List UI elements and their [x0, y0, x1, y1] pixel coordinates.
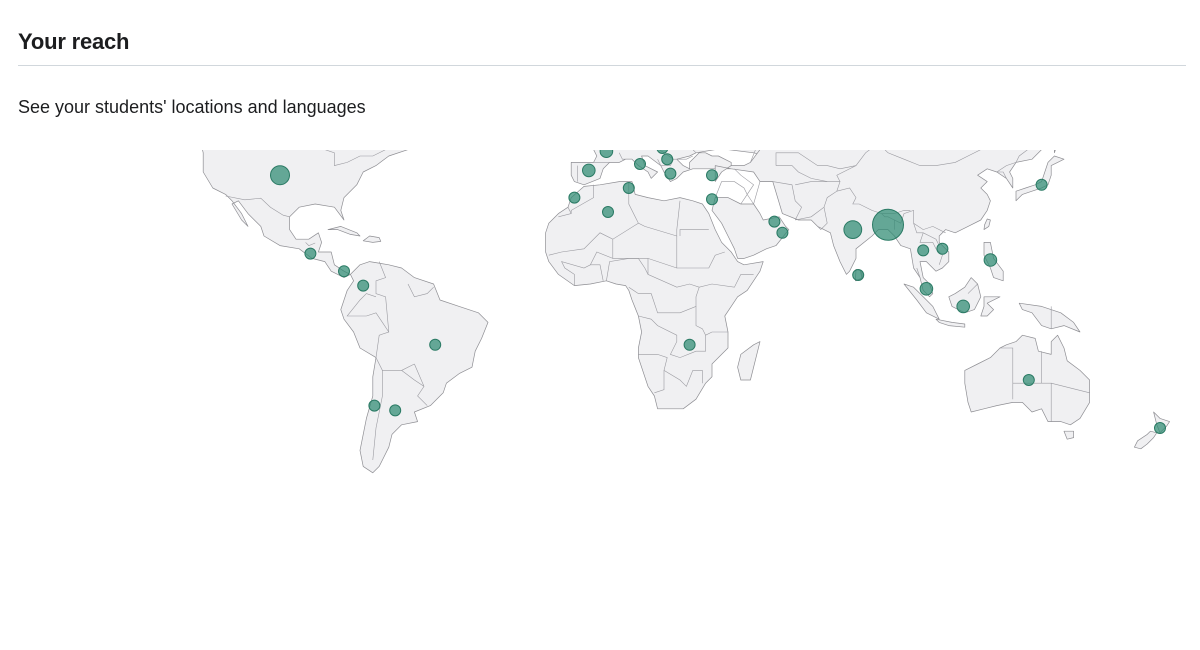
marker-bangladesh[interactable]: Bangladesh [872, 208, 904, 241]
marker-guatemala[interactable]: Guatemala [304, 247, 317, 260]
marker-japan[interactable]: Japan [1035, 178, 1048, 191]
marker-vietnam[interactable]: Vietnam [936, 242, 949, 255]
country-border [734, 168, 755, 205]
marker-indonesia[interactable]: Indonesia [956, 299, 971, 314]
marker-india[interactable]: India [843, 220, 863, 239]
marker-chile[interactable]: Chile [368, 399, 381, 412]
landmass-hispaniola [362, 235, 382, 243]
marker-brazil[interactable]: Brazil [429, 338, 442, 351]
landmass-south-america [340, 261, 489, 474]
landmass-nz-south [1134, 430, 1158, 450]
marker-colombia[interactable]: Colombia [357, 279, 370, 292]
landmass-japan [1015, 155, 1065, 202]
landmass-tasmania [1063, 430, 1074, 440]
marker-sri-lanka[interactable]: Sri Lanka [852, 269, 865, 281]
world-map-svg: BangladeshUnited StatesIndiaGermanySpain… [202, 150, 1170, 474]
header-divider [18, 65, 1186, 66]
landmass-java [935, 318, 966, 328]
marker-argentina[interactable]: Argentina [389, 404, 402, 417]
section-subtitle: See your students' locations and languag… [18, 97, 366, 117]
marker-oman[interactable]: Oman [776, 226, 789, 239]
land-layer [202, 150, 1170, 474]
landmass-sulawesi [980, 296, 1001, 317]
section-header: Your reach [18, 26, 1186, 58]
marker-algeria[interactable]: Algeria [602, 206, 614, 218]
marker-serbia[interactable]: Serbia [661, 153, 674, 166]
marker-italy[interactable]: Italy [634, 158, 646, 170]
landmass-new-guinea [1018, 302, 1081, 333]
marker-morocco[interactable]: Morocco [568, 191, 581, 204]
world-map[interactable]: BangladeshUnited StatesIndiaGermanySpain… [0, 150, 1200, 630]
marker-thailand[interactable]: Thailand [917, 244, 930, 257]
marker-philippines[interactable]: Philippines [983, 253, 998, 267]
marker-turkey[interactable]: Turkey [706, 169, 718, 182]
marker-greece[interactable]: Greece [664, 167, 677, 180]
marker-israel[interactable]: Israel [706, 193, 718, 206]
marker-malaysia[interactable]: Malaysia [919, 282, 934, 296]
marker-tunisia[interactable]: Tunisia [622, 182, 635, 194]
marker-zambia[interactable]: Zambia [683, 338, 696, 351]
landmass-taiwan [983, 218, 991, 230]
landmass-sakhalin [1054, 150, 1056, 154]
marker-spain[interactable]: Spain [582, 163, 596, 178]
marker-france[interactable]: France [599, 150, 614, 158]
marker-new-zealand[interactable]: New Zealand [1154, 422, 1166, 434]
marker-panama[interactable]: Panama [338, 265, 350, 278]
landmass-north-america [202, 150, 408, 278]
section-title: Your reach [18, 29, 130, 54]
marker-australia[interactable]: Australia [1022, 374, 1035, 386]
landmass-madagascar [737, 341, 761, 381]
marker-united-states[interactable]: United States [270, 165, 290, 186]
marker-united-arab-emirates[interactable]: United Arab Emirates [768, 215, 781, 228]
landmass-cuba [327, 226, 361, 237]
